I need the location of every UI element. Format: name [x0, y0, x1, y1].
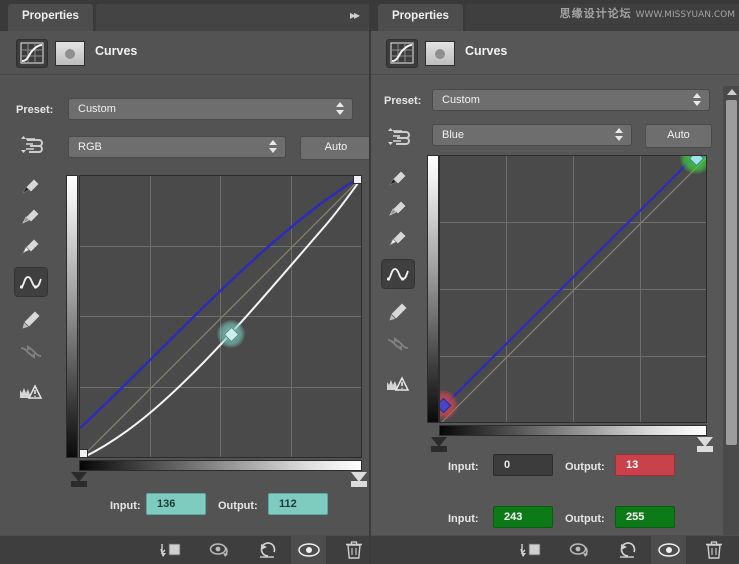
output-field-right-1[interactable]: 13 [615, 454, 675, 476]
output-label-right-1: Output: [565, 461, 605, 473]
pencil-draw-curve-icon[interactable] [14, 305, 48, 335]
left-horizontal-gradient-strip [79, 460, 362, 471]
toggle-visibility-icon[interactable] [651, 536, 686, 564]
input-field-right-2[interactable]: 243 [493, 506, 553, 528]
delete-layer-icon[interactable] [336, 536, 370, 564]
left-bottom-toolbar [0, 535, 370, 564]
eyedropper-white-point-icon[interactable] [14, 232, 48, 262]
chevron-updown-icon [269, 140, 278, 156]
clipping-warning-icon[interactable] [14, 377, 48, 407]
channel-value-right: Blue [442, 129, 465, 141]
input-label-right-1: Input: [448, 461, 479, 473]
left-curve-graph[interactable] [66, 175, 367, 487]
smooth-curve-icon[interactable] [381, 329, 415, 359]
reset-icon[interactable] [250, 536, 285, 564]
page-title-right: Curves [465, 44, 508, 58]
preset-value-left: Custom [78, 103, 116, 115]
output-label-right-2: Output: [565, 513, 605, 525]
curves-adjustment-icon [386, 39, 418, 68]
clip-to-layer-icon[interactable] [153, 536, 188, 564]
output-field-right-2[interactable]: 255 [615, 506, 675, 528]
input-label-right-2: Input: [448, 513, 479, 525]
photoshop-curves-screen: Properties ▸▸ Curves Preset: Custom RGB … [0, 0, 739, 564]
chevron-updown-icon [693, 93, 702, 109]
clipping-warning-icon[interactable] [381, 369, 415, 399]
eyedropper-gray-point-icon[interactable] [381, 194, 415, 224]
reset-icon[interactable] [610, 536, 645, 564]
right-curve-lines [440, 156, 706, 422]
right-tab-bar: Properties 思缘设计论坛 WWW.MISSYUAN.COM [370, 0, 739, 31]
toggle-visibility-icon[interactable] [291, 536, 326, 564]
preset-label-left: Preset: [16, 104, 54, 116]
clip-to-layer-icon[interactable] [513, 536, 548, 564]
delete-layer-icon[interactable] [696, 536, 731, 564]
auto-button-right[interactable]: Auto [645, 124, 712, 148]
right-properties-panel: Properties 思缘设计论坛 WWW.MISSYUAN.COM Curve… [370, 0, 739, 564]
panel-divider [369, 0, 371, 564]
view-previous-state-icon[interactable] [203, 536, 238, 564]
auto-button-left[interactable]: Auto [300, 136, 370, 160]
smooth-curve-icon[interactable] [14, 337, 48, 367]
right-bottom-toolbar [370, 535, 739, 564]
right-plot-area[interactable] [439, 155, 707, 423]
left-vertical-gradient-strip [66, 175, 78, 458]
chevron-updown-icon [336, 102, 345, 118]
vertical-scrollbar[interactable] [723, 86, 739, 546]
layer-mask-thumbnail[interactable] [425, 41, 455, 66]
targeted-adjustment-icon[interactable] [14, 132, 48, 162]
eyedropper-white-point-icon[interactable] [381, 224, 415, 254]
watermark-url-text: WWW.MISSYUAN.COM [635, 10, 735, 20]
output-field-left[interactable]: 112 [268, 493, 328, 515]
curve-point-tool-icon[interactable] [14, 267, 48, 297]
layer-mask-thumbnail[interactable] [55, 41, 85, 66]
double-chevron-right-icon[interactable]: ▸▸ [350, 8, 360, 22]
curve-point-tool-icon[interactable] [381, 259, 415, 289]
right-panel-header: Curves [370, 31, 739, 75]
preset-label-right: Preset: [384, 95, 422, 107]
input-field-left[interactable]: 136 [146, 493, 206, 515]
curves-adjustment-icon [16, 39, 48, 68]
output-label-left: Output: [218, 500, 258, 512]
page-title: Curves [95, 44, 138, 58]
left-panel-header: Curves [0, 31, 370, 75]
preset-value-right: Custom [442, 94, 480, 106]
site-watermark: 思缘设计论坛 WWW.MISSYUAN.COM [560, 5, 735, 21]
tab-properties-right[interactable]: Properties [378, 4, 463, 31]
eyedropper-gray-point-icon[interactable] [14, 202, 48, 232]
targeted-adjustment-icon[interactable] [381, 124, 415, 154]
tab-properties-left[interactable]: Properties [8, 4, 93, 31]
scrollbar-thumb[interactable] [726, 100, 737, 445]
left-curve-lines [80, 176, 361, 457]
channel-value-left: RGB [78, 141, 102, 153]
chevron-updown-icon [615, 128, 624, 144]
left-plot-area[interactable] [79, 175, 362, 458]
left-properties-panel: Properties ▸▸ Curves Preset: Custom RGB … [0, 0, 370, 564]
scroll-up-arrow-icon[interactable] [727, 89, 737, 95]
watermark-cn-text: 思缘设计论坛 [559, 7, 632, 20]
left-tab-strip-filler [96, 4, 370, 31]
eyedropper-black-point-icon[interactable] [381, 164, 415, 194]
right-horizontal-gradient-strip [439, 425, 707, 436]
pencil-draw-curve-icon[interactable] [381, 297, 415, 327]
eyedropper-black-point-icon[interactable] [14, 172, 48, 202]
view-previous-state-icon[interactable] [563, 536, 598, 564]
preset-dropdown-left[interactable]: Custom [68, 98, 353, 120]
right-vertical-gradient-strip [427, 155, 439, 423]
channel-dropdown-left[interactable]: RGB [68, 136, 286, 158]
channel-dropdown-right[interactable]: Blue [432, 124, 632, 146]
curve-endpoint-white-left[interactable] [353, 176, 361, 184]
input-field-right-1[interactable]: 0 [493, 454, 553, 476]
curve-endpoint-black-left[interactable] [80, 449, 88, 457]
input-label-left: Input: [110, 500, 141, 512]
preset-dropdown-right[interactable]: Custom [432, 89, 710, 111]
right-curve-graph[interactable] [427, 155, 713, 452]
left-tab-bar: Properties ▸▸ [0, 0, 370, 31]
